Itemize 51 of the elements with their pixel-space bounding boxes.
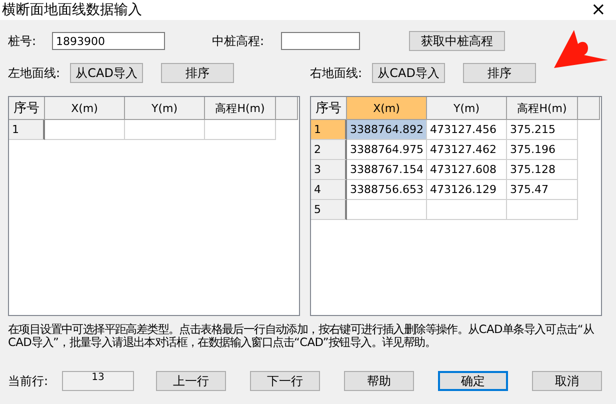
column-header[interactable]: Y(m) [427,97,507,120]
column-header[interactable]: 高程H(m) [205,97,276,120]
row-header[interactable]: 1 [9,120,45,140]
import-button[interactable]: 从CAD导入 [70,63,144,83]
column-header [578,97,600,120]
table-cell: 3388756.653 [347,180,427,200]
left-line-label: 左地面线: [8,64,60,82]
table-cell: 3388767.154 [347,160,427,180]
table-cell: 473127.462 [427,140,507,160]
column-header[interactable]: X(m) [45,97,125,120]
center-elevation-label: 中桩高程: [212,32,264,50]
table-cell: 375.47 [507,180,578,200]
current-row-field: 13 [62,371,134,391]
row-header[interactable]: 1 [311,120,347,140]
row-header[interactable]: 4 [311,180,347,200]
help-text: 在项目设置中可选择平距高差类型。点击表格最后一行自动添加，按右键可进行插入删除等操作。从CAD单条导入可点击“从CAD导入”，批量导入请退出本对话框，在数据输入窗口点击“CAD”按钮导入。详见帮助。 [8,323,595,349]
get-elevation-button[interactable]: 获取中桩高程 [409,31,506,51]
table-cell [507,200,578,220]
column-header[interactable]: Y(m) [125,97,205,120]
current-row-label: 当前行: [8,372,48,390]
table-cell: 3388764.892 [347,120,427,140]
dialog-button[interactable]: 下一行 [250,371,320,391]
dialog-button[interactable]: 取消 [532,371,602,391]
column-header [276,97,298,120]
table-cell: 375.128 [507,160,578,180]
row-header[interactable]: 5 [311,200,347,220]
table-cell: 3388764.975 [347,140,427,160]
row-header[interactable]: 2 [311,140,347,160]
table-cell: 375.215 [507,120,578,140]
table-cell: 473127.456 [427,120,507,140]
table-cell [205,120,276,140]
column-header[interactable]: 高程H(m) [507,97,578,120]
dialog-button[interactable]: 上一行 [156,371,226,391]
column-header[interactable]: 序号 [311,97,347,120]
table-cell: 473126.129 [427,180,507,200]
import-button[interactable]: 从CAD导入 [372,63,446,83]
center-elevation-field[interactable] [281,32,360,50]
row-header[interactable]: 3 [311,160,347,180]
close-button[interactable]: × [582,1,614,19]
column-header[interactable]: X(m) [347,97,427,120]
sort-button[interactable]: 排序 [161,63,234,83]
window-title: 横断面地面线数据输入 [2,1,142,19]
dialog-button[interactable]: 确定 [438,371,508,391]
table-cell: 375.196 [507,140,578,160]
table-cell: 473127.608 [427,160,507,180]
sort-button[interactable]: 排序 [463,63,536,83]
right-line-label: 右地面线: [310,64,362,82]
station-label: 桩号: [8,32,36,50]
dialog-button[interactable]: 帮助 [344,371,414,391]
station-field[interactable]: 1893900 [52,32,166,50]
column-header[interactable]: 序号 [9,97,45,120]
